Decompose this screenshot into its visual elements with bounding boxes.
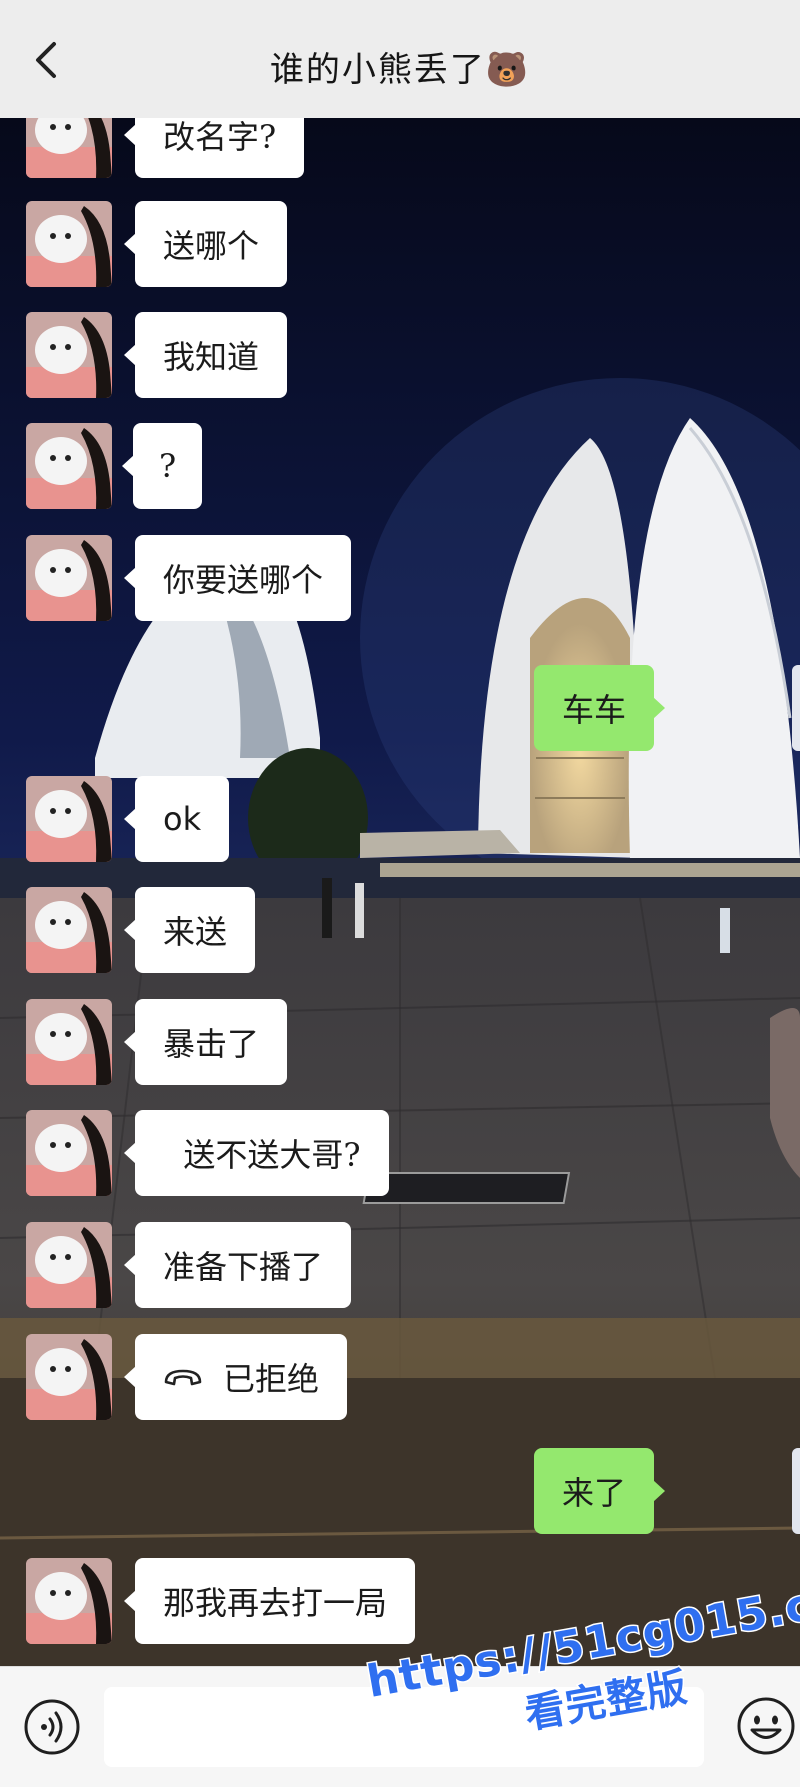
message-incoming: ? (0, 423, 800, 509)
message-incoming: 我知道 (0, 312, 800, 398)
chat-title: 谁的小熊丢了🐻 (269, 50, 531, 90)
avatar-self[interactable] (792, 1448, 800, 1534)
message-incoming: 暴击了 (0, 999, 800, 1085)
message-bubble[interactable]: 暴击了 (123, 999, 288, 1085)
message-bubble[interactable]: 那我再去打一局 (123, 1558, 416, 1644)
message-incoming: 你要送哪个 (0, 535, 800, 621)
avatar[interactable] (26, 312, 112, 398)
message-bubble[interactable]: ? (121, 423, 203, 509)
avatar-self[interactable] (792, 665, 800, 751)
message-incoming-call: 已拒绝 (0, 1334, 800, 1420)
avatar[interactable] (26, 1558, 112, 1644)
call-status-text: 已拒绝 (223, 1360, 320, 1398)
message-outgoing: 车车 (0, 665, 800, 751)
avatar[interactable] (26, 201, 112, 287)
message-bubble[interactable]: 车车 (533, 665, 666, 751)
avatar[interactable] (26, 776, 112, 862)
voice-icon[interactable] (22, 1697, 82, 1757)
message-incoming: 送不送大哥? (0, 1110, 800, 1196)
avatar[interactable] (26, 1110, 112, 1196)
message-bubble[interactable]: 我知道 (123, 312, 288, 398)
avatar[interactable] (26, 423, 112, 509)
phone-hangup-icon (164, 1369, 202, 1386)
emoji-icon[interactable] (735, 1695, 797, 1757)
avatar[interactable] (26, 118, 112, 178)
avatar[interactable] (26, 535, 112, 621)
message-incoming: 那我再去打一局 (0, 1558, 800, 1644)
call-record-bubble[interactable]: 已拒绝 (123, 1334, 348, 1420)
message-bubble[interactable]: 改名字? (123, 118, 305, 178)
message-incoming: 改名字? (0, 118, 800, 178)
message-bubble[interactable]: 你要送哪个 (123, 535, 352, 621)
avatar[interactable] (26, 1222, 112, 1308)
message-bubble[interactable]: 送不送大哥? (124, 1110, 389, 1196)
avatar[interactable] (26, 887, 112, 973)
message-bubble[interactable]: 送哪个 (123, 201, 288, 287)
message-bubble[interactable]: 准备下播了 (123, 1222, 352, 1308)
message-incoming: ok (0, 776, 800, 862)
message-incoming: 送哪个 (0, 201, 800, 287)
message-bubble[interactable]: ok (123, 776, 230, 862)
avatar[interactable] (26, 999, 112, 1085)
message-incoming: 来送 (0, 887, 800, 973)
chat-header: 谁的小熊丢了🐻 (0, 0, 800, 118)
message-input[interactable] (104, 1687, 704, 1767)
message-incoming: 准备下播了 (0, 1222, 800, 1308)
message-outgoing: 来了 (0, 1448, 800, 1534)
message-bubble[interactable]: 来送 (123, 887, 256, 973)
message-input-bar (0, 1666, 800, 1787)
message-bubble[interactable]: 来了 (533, 1448, 666, 1534)
avatar[interactable] (26, 1334, 112, 1420)
message-list[interactable]: 改名字? 送哪个 我知道 ? 你要送哪个 车车 ok 来送 暴击了 送不送大哥? (0, 118, 800, 1666)
